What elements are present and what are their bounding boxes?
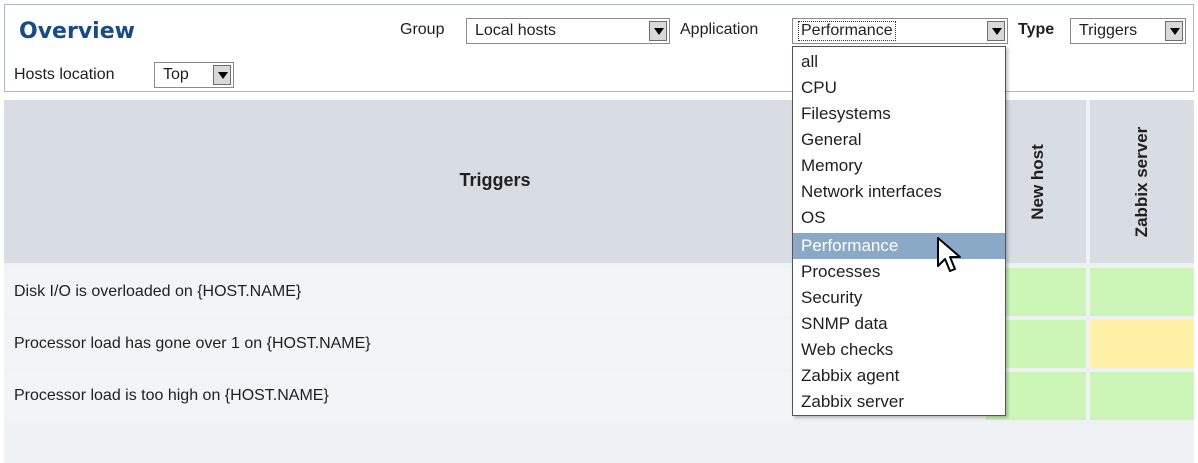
dropdown-option[interactable]: Security (793, 285, 1005, 311)
dropdown-option[interactable]: OS (793, 205, 1005, 231)
trigger-name: Processor load is too high on {HOST.NAME… (14, 387, 329, 404)
chevron-down-icon (987, 21, 1005, 41)
page-title: Overview (19, 19, 135, 44)
trigger-name: Disk I/O is overloaded on {HOST.NAME} (14, 283, 302, 300)
dropdown-option[interactable]: Memory (793, 153, 1005, 179)
status-cell[interactable] (1090, 268, 1194, 316)
mouse-pointer-icon (937, 237, 961, 272)
application-dropdown-list: all CPU Filesystems General Memory Netwo… (792, 46, 1006, 416)
status-cell[interactable] (1090, 320, 1194, 368)
type-select[interactable]: Triggers (1070, 18, 1186, 44)
dropdown-option[interactable]: Filesystems (793, 101, 1005, 127)
chevron-down-icon (213, 65, 231, 85)
dropdown-option[interactable]: Zabbix server (793, 389, 1005, 415)
dropdown-option[interactable]: Web checks (793, 337, 1005, 363)
dropdown-option[interactable]: Zabbix agent (793, 363, 1005, 389)
hosts-location-select[interactable]: Top (154, 62, 234, 88)
group-label: Group (400, 21, 445, 38)
application-select-value: Performance (798, 21, 896, 41)
hosts-location-select-value: Top (163, 66, 189, 83)
dropdown-option[interactable]: Processes (793, 259, 1005, 285)
application-select[interactable]: Performance (792, 18, 1008, 44)
application-label: Application (680, 21, 759, 38)
dropdown-option[interactable]: General (793, 127, 1005, 153)
host-column-header[interactable]: Zabbix server (1090, 100, 1194, 263)
hosts-location-label: Hosts location (14, 66, 115, 83)
status-cell[interactable] (1090, 372, 1194, 420)
trigger-name: Processor load has gone over 1 on {HOST.… (14, 335, 371, 352)
dropdown-option[interactable]: all (793, 49, 1005, 75)
host-column-label: Zabbix server (1132, 126, 1151, 237)
dropdown-option[interactable]: CPU (793, 75, 1005, 101)
dropdown-option-selected[interactable]: Performance (793, 233, 1005, 259)
dropdown-option[interactable]: SNMP data (793, 311, 1005, 337)
type-select-value: Triggers (1079, 22, 1138, 39)
dropdown-option[interactable]: Network interfaces (793, 179, 1005, 205)
type-label: Type (1018, 21, 1055, 38)
chevron-down-icon (1165, 21, 1183, 41)
group-select[interactable]: Local hosts (466, 18, 670, 44)
group-select-value: Local hosts (475, 22, 556, 39)
chevron-down-icon (649, 21, 667, 41)
host-column-label: New host (1028, 143, 1047, 220)
